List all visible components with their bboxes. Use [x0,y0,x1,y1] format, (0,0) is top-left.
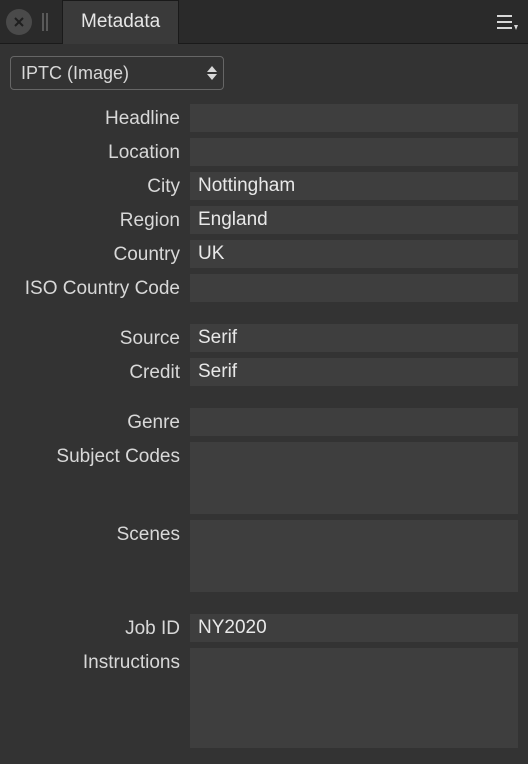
panel-menu-button[interactable] [492,0,522,44]
row-genre: Genre [10,408,518,436]
metadata-form: Headline Location City Region Country IS… [0,98,528,758]
metadata-schema-dropdown[interactable]: IPTC (Image) [10,56,224,90]
row-subject-codes: Subject Codes [10,442,518,514]
label-source: Source [10,324,190,350]
label-region: Region [10,206,190,232]
row-job-id: Job ID [10,614,518,642]
headline-input[interactable] [190,104,518,132]
row-credit: Credit [10,358,518,386]
metadata-toolbar: IPTC (Image) [0,44,528,98]
source-input[interactable] [190,324,518,352]
panel-titlebar: Metadata [0,0,528,44]
stepper-arrows-icon [207,66,217,80]
credit-input[interactable] [190,358,518,386]
row-source: Source [10,324,518,352]
label-headline: Headline [10,104,190,130]
label-instructions: Instructions [10,648,190,674]
label-country: Country [10,240,190,266]
menu-icon [496,13,518,31]
row-instructions: Instructions [10,648,518,748]
label-credit: Credit [10,358,190,384]
row-scenes: Scenes [10,520,518,592]
close-icon [13,16,25,28]
row-headline: Headline [10,104,518,132]
row-city: City [10,172,518,200]
scenes-input[interactable] [190,520,518,592]
city-input[interactable] [190,172,518,200]
label-city: City [10,172,190,198]
location-input[interactable] [190,138,518,166]
genre-input[interactable] [190,408,518,436]
label-scenes: Scenes [10,520,190,546]
instructions-input[interactable] [190,648,518,748]
tab-metadata[interactable]: Metadata [62,0,179,44]
iso-country-code-input[interactable] [190,274,518,302]
label-genre: Genre [10,408,190,434]
row-country: Country [10,240,518,268]
label-subject-codes: Subject Codes [10,442,190,468]
dropdown-selected-label: IPTC (Image) [21,63,129,84]
label-location: Location [10,138,190,164]
subject-codes-input[interactable] [190,442,518,514]
row-region: Region [10,206,518,234]
close-panel-button[interactable] [6,9,32,35]
label-iso-country-code: ISO Country Code [10,274,190,300]
label-job-id: Job ID [10,614,190,640]
region-input[interactable] [190,206,518,234]
drag-handle-icon[interactable] [42,13,48,31]
job-id-input[interactable] [190,614,518,642]
country-input[interactable] [190,240,518,268]
row-iso-country-code: ISO Country Code [10,274,518,302]
tab-label: Metadata [81,11,160,33]
row-location: Location [10,138,518,166]
